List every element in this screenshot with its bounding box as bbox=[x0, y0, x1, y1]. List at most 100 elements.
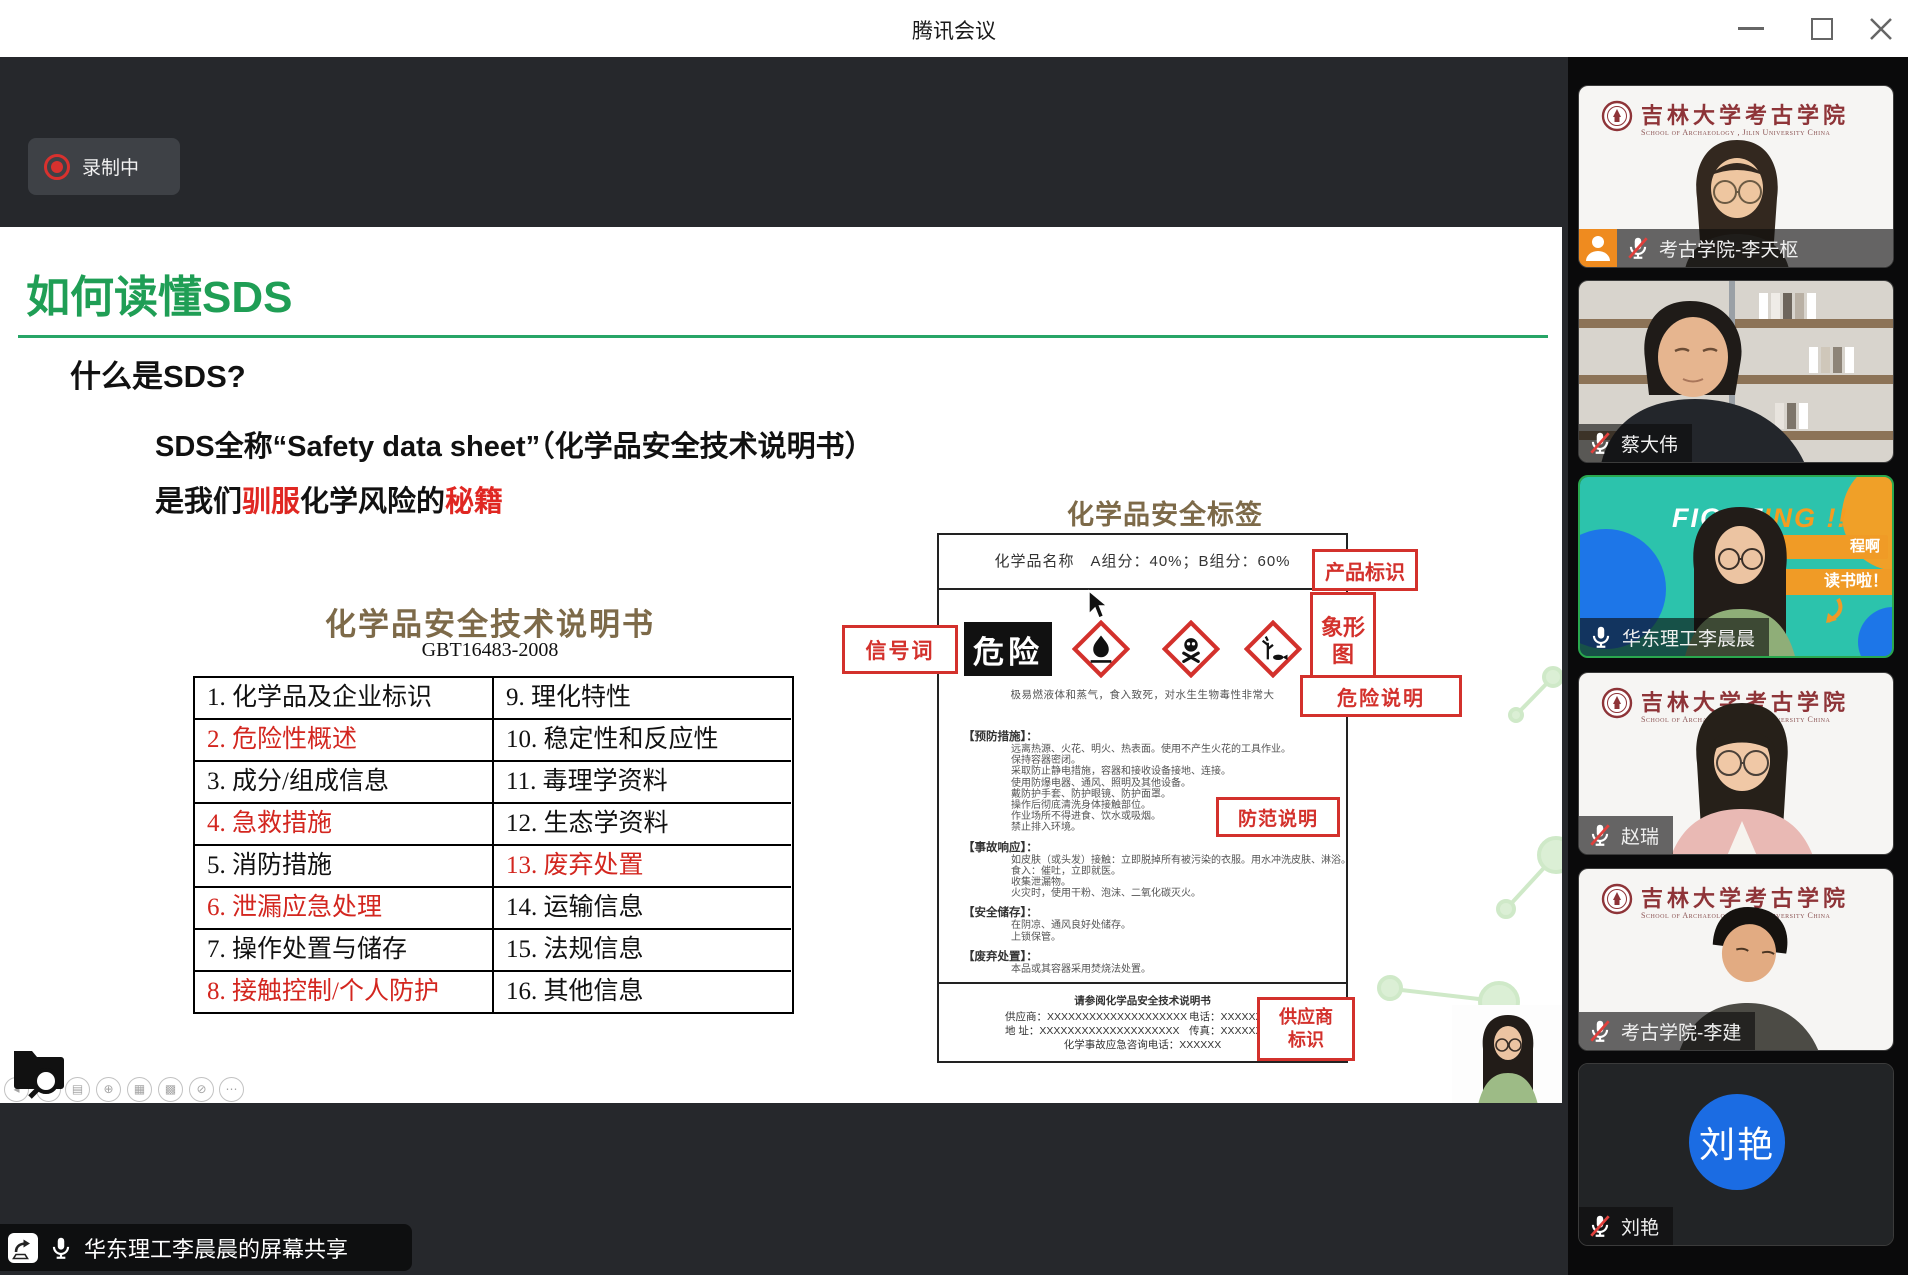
participant-namebar: 蔡大伟 bbox=[1579, 424, 1692, 462]
participant-name: 考古学院-李天枢 bbox=[1659, 235, 1798, 262]
annotation-hazard-description: 危险说明 bbox=[1300, 675, 1462, 717]
participant-tile[interactable]: 吉林大学考古学院 School of Archaeology , Jilin U… bbox=[1578, 868, 1894, 1051]
supplier-line: 供应商：XXXXXXXXXXXXXXXXXXXX bbox=[1005, 1009, 1187, 1024]
mic-muted-icon bbox=[1587, 430, 1613, 456]
participant-namebar: 赵瑞 bbox=[1579, 816, 1673, 854]
record-icon bbox=[44, 154, 70, 180]
list-item: 2. 危险性概述 bbox=[195, 720, 492, 762]
list-item: 14. 运输信息 bbox=[494, 888, 791, 930]
mic-muted-icon bbox=[1587, 822, 1613, 848]
label-divider bbox=[939, 588, 1346, 590]
section-heading: 【安全储存】： bbox=[939, 906, 1346, 920]
close-icon bbox=[1858, 0, 1904, 57]
sds-table-title: 化学品安全技术说明书 bbox=[180, 599, 800, 644]
list-item: 使用防爆电器、通风、照明及其他设备。 bbox=[939, 778, 1346, 789]
participant-tile[interactable]: 吉林大学考古学院 School of Archaeology , Jilin U… bbox=[1578, 85, 1894, 268]
list-item: 收集泄漏物。 bbox=[939, 877, 1346, 888]
list-item: 4. 急救措施 bbox=[195, 804, 492, 846]
sds-table-right-column: 9. 理化特性10. 稳定性和反应性11. 毒理学资料12. 生态学资料13. … bbox=[494, 678, 791, 1012]
folder-search-icon bbox=[10, 1039, 70, 1099]
avatar: 刘艳 bbox=[1689, 1094, 1785, 1190]
list-item: 8. 接触控制/个人防护 bbox=[195, 972, 492, 1012]
participant-tile[interactable]: 蔡大伟 bbox=[1578, 280, 1894, 463]
participants-sidebar: 吉林大学考古学院 School of Archaeology , Jilin U… bbox=[1568, 57, 1908, 1275]
participant-figure bbox=[1657, 699, 1827, 855]
fax-line: 传真：XXXXXX bbox=[1189, 1023, 1263, 1038]
recording-label: 录制中 bbox=[82, 153, 139, 180]
mic-on-icon bbox=[48, 1235, 74, 1261]
university-seal-icon bbox=[1601, 100, 1633, 132]
label-divider bbox=[939, 982, 1346, 984]
participant-namebar: 考古学院-李天枢 bbox=[1579, 229, 1893, 267]
list-item: 采取防止静电措施，容器和接收设备接地、连接。 bbox=[939, 766, 1346, 777]
minimize-icon bbox=[1738, 27, 1764, 30]
toolbar-card-icon[interactable]: ▦ bbox=[127, 1077, 152, 1102]
participant-namebar: 考古学院-李建 bbox=[1579, 1012, 1755, 1050]
list-item: 11. 毒理学资料 bbox=[494, 762, 791, 804]
recording-indicator[interactable]: 录制中 bbox=[28, 138, 180, 195]
university-seal-icon bbox=[1601, 687, 1633, 719]
phone-line: 电话：XXXXXX bbox=[1189, 1009, 1263, 1024]
annotation-signal-word: 信号词 bbox=[842, 625, 958, 674]
flame-pictogram-icon bbox=[1072, 620, 1130, 678]
disposal-lines: 本品或其容器采用焚烧法处置。 bbox=[939, 964, 1346, 975]
sds-definition-line: SDS全称“Safety data sheet”（化学品安全技术说明书） bbox=[155, 423, 874, 465]
participant-name: 华东理工李晨晨 bbox=[1622, 624, 1755, 651]
response-lines: 如皮肤（或头发）接触：立即脱掉所有被污染的衣服。用水冲洗皮肤、淋浴。食入：催吐，… bbox=[939, 855, 1346, 900]
mic-on-icon bbox=[1588, 624, 1614, 650]
toolbar-zoom-icon[interactable]: ⊕ bbox=[96, 1077, 121, 1102]
minimize-button[interactable] bbox=[1728, 0, 1774, 57]
participant-tile[interactable]: 吉林大学考古学院 School of Archaeology , Jilin U… bbox=[1578, 672, 1894, 855]
list-item: 火灾时，使用干粉、泡沫、二氧化碳灭火。 bbox=[939, 888, 1346, 899]
hazard-statement: 极易燃液体和蒸气，食入致死，对水生生物毒性非常大 bbox=[939, 687, 1346, 702]
address-line: 地 址：XXXXXXXXXXXXXXXXXXXX bbox=[1005, 1023, 1180, 1038]
maximize-button[interactable] bbox=[1798, 0, 1844, 57]
toolbar-board-icon[interactable]: ▩ bbox=[158, 1077, 183, 1102]
environment-pictogram-icon bbox=[1244, 620, 1302, 678]
university-seal-icon bbox=[1601, 883, 1633, 915]
window-title: 腾讯会议 bbox=[0, 15, 1908, 45]
sds-table-left-column: 1. 化学品及企业标识2. 危险性概述3. 成分/组成信息4. 急救措施5. 消… bbox=[195, 678, 494, 1012]
list-item: 7. 操作处置与储存 bbox=[195, 930, 492, 972]
toolbar-more-icon[interactable]: ⋯ bbox=[219, 1077, 244, 1102]
participant-tile-active-speaker[interactable]: FIGHTING !! 程啊 读书啦！ 华东 bbox=[1578, 475, 1894, 658]
list-item: 远离热源、火花、明火、热表面。使用不产生火花的工具作业。 bbox=[939, 744, 1346, 755]
skull-crossbones-pictogram-icon bbox=[1162, 620, 1220, 678]
screen-share-banner: 华东理工李晨晨的屏幕共享 bbox=[0, 1224, 412, 1271]
slide-question: 什么是SDS? bbox=[70, 351, 246, 396]
screen-share-stage: 录制中 如何读懂SDS 什么是SDS? SDS全称“Safety data sh… bbox=[0, 57, 1568, 1275]
list-item: 15. 法规信息 bbox=[494, 930, 791, 972]
banner-chinese-text: 吉林大学考古学院 bbox=[1641, 98, 1885, 130]
presenter-role-icon bbox=[1579, 229, 1617, 267]
screen-share-label: 华东理工李晨晨的屏幕共享 bbox=[84, 1232, 348, 1264]
list-item: 16. 其他信息 bbox=[494, 972, 791, 1012]
list-item: 9. 理化特性 bbox=[494, 678, 791, 720]
sds-sections-table: 1. 化学品及企业标识2. 危险性概述3. 成分/组成信息4. 急救措施5. 消… bbox=[193, 676, 794, 1014]
close-button[interactable] bbox=[1858, 0, 1904, 57]
window-titlebar: 腾讯会议 bbox=[0, 0, 1908, 58]
maximize-icon bbox=[1811, 18, 1833, 40]
list-item: 本品或其容器采用焚烧法处置。 bbox=[939, 964, 1346, 975]
list-item: 保持容器密闭。 bbox=[939, 755, 1346, 766]
title-divider bbox=[18, 335, 1548, 338]
mic-muted-icon bbox=[1625, 235, 1651, 261]
participant-namebar: 刘艳 bbox=[1579, 1207, 1673, 1245]
participant-name: 考古学院-李建 bbox=[1621, 1018, 1741, 1045]
product-name-row: 化学品名称 A组分：40%；B组分：60% bbox=[939, 535, 1346, 588]
safety-label-title: 化学品安全标签 bbox=[1020, 493, 1310, 532]
screen-share-icon bbox=[8, 1233, 38, 1263]
toolbar-video-off-icon[interactable]: ⊘ bbox=[189, 1077, 214, 1102]
list-item: 12. 生态学资料 bbox=[494, 804, 791, 846]
storage-lines: 在阴凉、通风良好处储存。上锁保管。 bbox=[939, 920, 1346, 942]
label-sections: 【预防措施】： 远离热源、火花、明火、热表面。使用不产生火花的工具作业。保持容器… bbox=[939, 723, 1346, 975]
list-item: 1. 化学品及企业标识 bbox=[195, 678, 492, 720]
section-heading: 【事故响应】： bbox=[939, 841, 1346, 855]
participant-tile[interactable]: 刘艳 刘艳 bbox=[1578, 1063, 1894, 1246]
sds-table-subtitle: GBT16483-2008 bbox=[180, 639, 800, 662]
section-heading: 【废弃处置】： bbox=[939, 950, 1346, 964]
slide-title: 如何读懂SDS bbox=[26, 261, 292, 325]
list-item: 6. 泄漏应急处理 bbox=[195, 888, 492, 930]
list-item: 10. 稳定性和反应性 bbox=[494, 720, 791, 762]
mouse-cursor bbox=[1086, 589, 1110, 621]
annotation-supplier-id: 供应商标识 bbox=[1257, 997, 1355, 1061]
